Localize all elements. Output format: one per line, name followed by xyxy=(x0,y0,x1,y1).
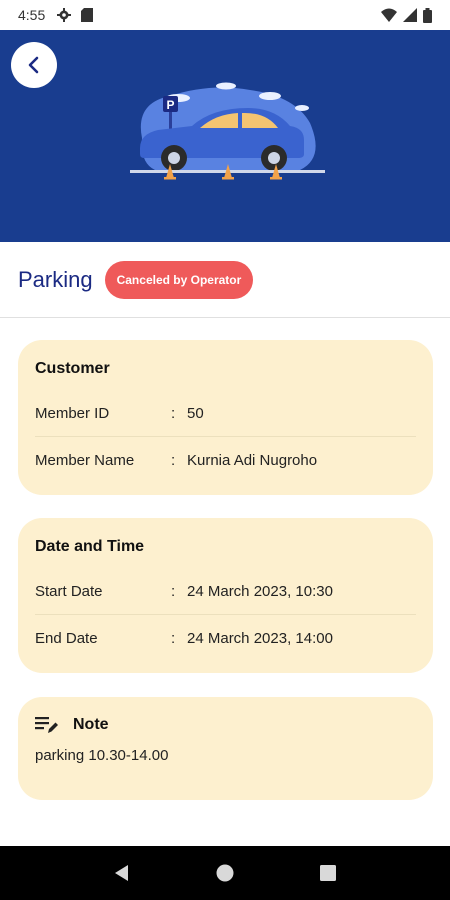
signal-icon xyxy=(403,8,417,22)
page-title: Parking xyxy=(18,266,93,292)
gear-icon xyxy=(57,8,72,22)
note-card-title: Note xyxy=(73,716,109,733)
hero-banner: P xyxy=(0,30,450,242)
nav-recents-button[interactable] xyxy=(308,853,348,893)
note-text: parking 10.30-14.00 xyxy=(35,747,169,764)
status-badge: Canceled by Operator xyxy=(104,260,254,299)
date-time-card-title: Date and Time xyxy=(35,538,145,555)
member-name-row: Member Name : Kurnia Adi Nugroho xyxy=(35,437,416,483)
member-id-value: 50 xyxy=(187,404,204,422)
start-date-label: Start Date xyxy=(35,582,103,600)
member-name-label: Member Name xyxy=(35,451,135,469)
start-date-row: Start Date : 24 March 2023, 10:30 xyxy=(35,568,416,614)
customer-card-title: Customer xyxy=(35,360,110,377)
battery-icon xyxy=(423,7,432,23)
title-row: Parking Canceled by Operator xyxy=(0,242,450,318)
member-id-row: Member ID : 50 xyxy=(35,390,416,436)
note-card: Note parking 10.30-14.00 xyxy=(18,697,433,800)
nav-home-button[interactable] xyxy=(205,853,245,893)
start-date-value: 24 March 2023, 10:30 xyxy=(187,582,333,600)
nav-back-icon xyxy=(114,865,128,881)
back-arrow-icon xyxy=(28,56,39,74)
nav-home-icon xyxy=(216,864,234,882)
note-header: Note xyxy=(35,715,416,735)
parking-car-illustration: P xyxy=(130,82,325,180)
member-id-label: Member ID xyxy=(35,404,110,422)
member-name-colon: : xyxy=(171,451,176,469)
wifi-icon xyxy=(381,8,397,22)
svg-text:P: P xyxy=(167,98,175,112)
nav-recents-icon xyxy=(320,865,337,881)
end-date-colon: : xyxy=(171,629,176,647)
customer-card: Customer Member ID : 50 Member Name : Ku… xyxy=(18,340,433,495)
status-bar: 4:55 xyxy=(0,0,450,30)
status-time: 4:55 xyxy=(18,7,46,23)
note-edit-icon xyxy=(35,717,58,733)
nav-back-button[interactable] xyxy=(102,853,142,893)
end-date-value: 24 March 2023, 14:00 xyxy=(187,629,333,647)
start-date-colon: : xyxy=(171,582,176,600)
member-id-colon: : xyxy=(171,404,176,422)
sim-icon xyxy=(81,8,94,22)
date-time-card: Date and Time Start Date : 24 March 2023… xyxy=(18,518,433,673)
end-date-label: End Date xyxy=(35,629,98,647)
system-nav-bar xyxy=(0,846,450,900)
end-date-row: End Date : 24 March 2023, 14:00 xyxy=(35,615,416,661)
member-name-value: Kurnia Adi Nugroho xyxy=(187,451,318,469)
back-button[interactable] xyxy=(11,42,57,88)
